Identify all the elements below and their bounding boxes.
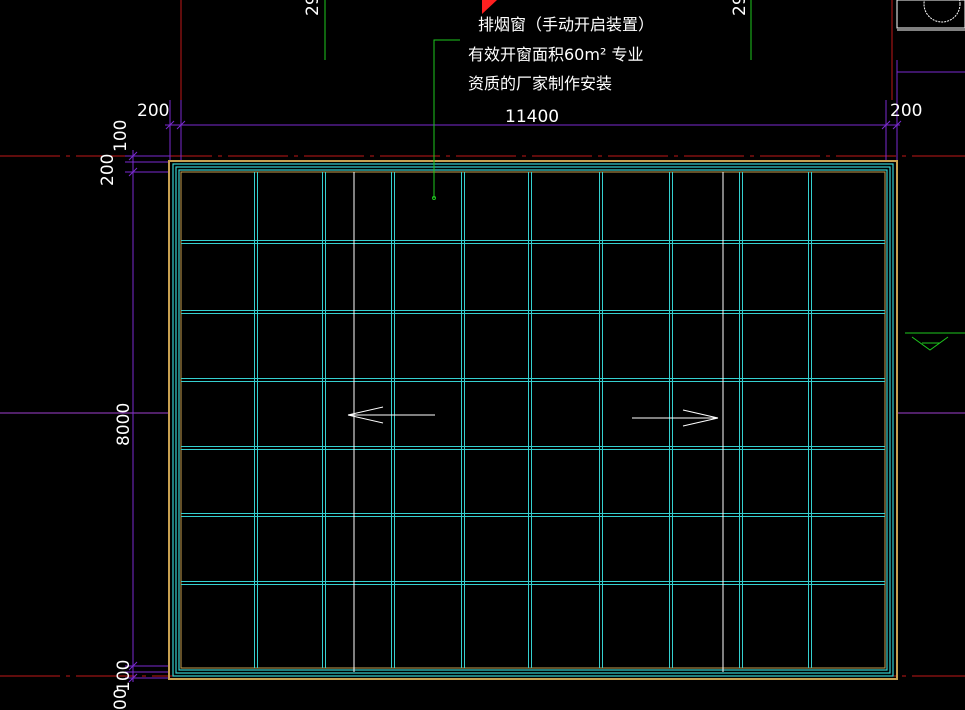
frame-band-3 [178,169,888,671]
annotation-line-1: 排烟窗（手动开启装置） [478,15,654,34]
dim-overall-height: 8000 [114,403,134,446]
dim-right-offset: 200 [890,101,922,121]
annotation-leader [432,39,460,200]
frame-outer [168,160,898,680]
window-frame [168,160,898,680]
opening-lines [353,172,724,672]
dim-top-a: 100 [111,120,131,152]
compass-symbol [923,0,961,23]
axis-lines [0,155,965,677]
dim-overall-width: 11400 [505,107,559,127]
dim-bottom-a: 100 [114,660,134,692]
partial-label-top-left: 29 [303,0,323,16]
arrow-right-icon [632,409,719,427]
dim-left-offset: 200 [137,101,169,121]
level-marker-icon [905,332,965,351]
flag-icon [482,0,497,14]
titleblock-fragment [896,0,965,29]
direction-arrows [347,406,719,427]
frame-band-2 [175,166,891,674]
grid-vertical-mullions [254,172,812,668]
frame-inner-edge [180,171,886,669]
dim-bottom-b: 00 [111,688,131,710]
leader-line [433,39,460,198]
annotation-line-3: 资质的厂家制作安装 [468,74,612,93]
annotation-line-2: 有效开窗面积60m² 专业 [468,45,643,64]
cad-drawing-canvas: 29 29 200 11400 200 100 200 8000 100 00 … [0,0,965,710]
dim-top-b: 200 [98,154,118,186]
grid-horizontal-transoms [181,240,885,585]
partial-label-top-right: 29 [730,0,750,16]
